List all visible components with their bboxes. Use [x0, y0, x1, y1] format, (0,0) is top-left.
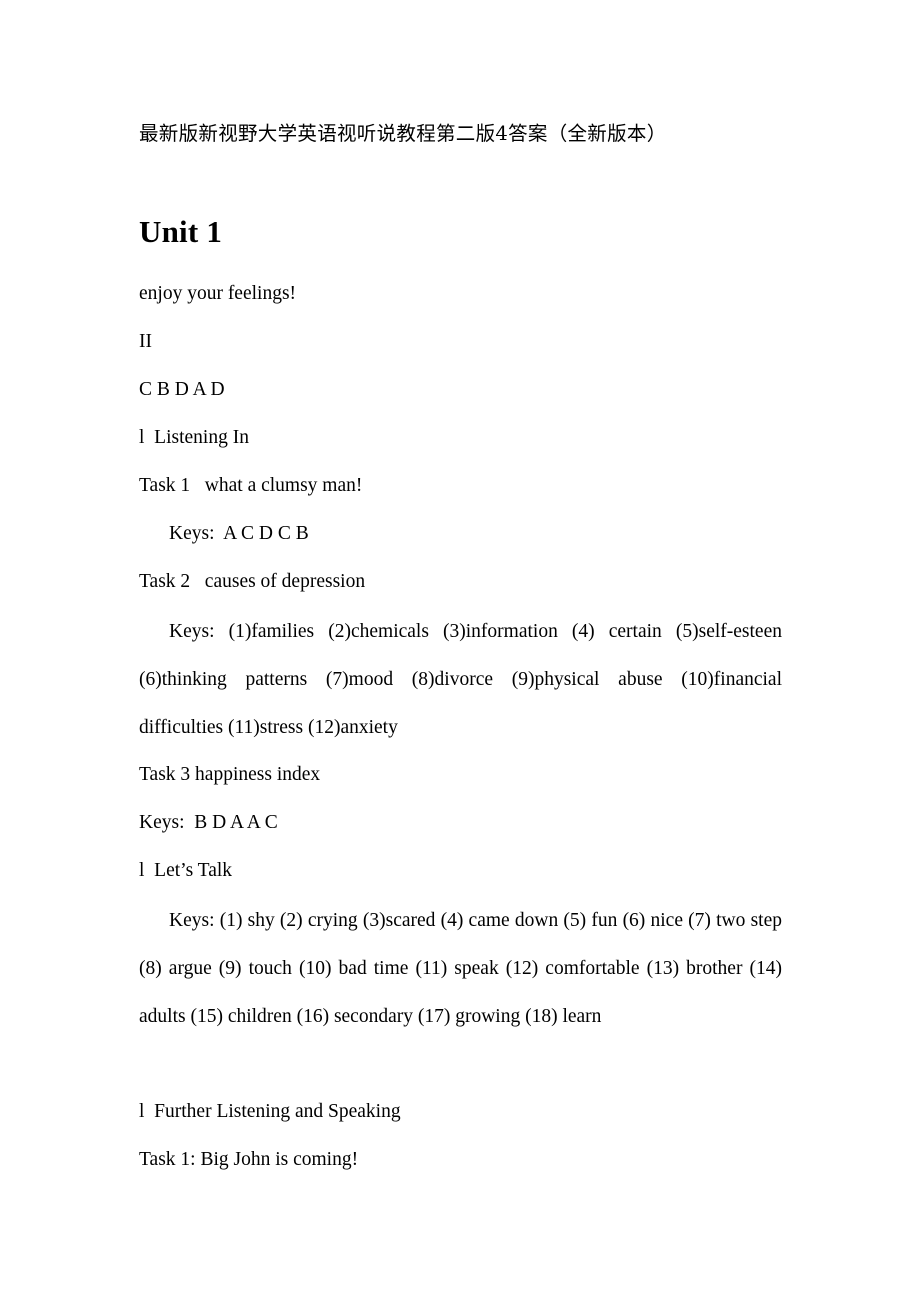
document-title: 最新版新视野大学英语视听说教程第二版4答案（全新版本）: [139, 122, 667, 145]
task-2-keys-paragraph: Keys: (1)families (2)chemicals (3)inform…: [139, 621, 782, 738]
task-2-title-causes-of-depression: Task 2 causes of depression: [139, 571, 366, 592]
task-1-keys: Keys: A C D C B: [169, 523, 309, 544]
line-answers-cbdad: C B D A D: [139, 379, 225, 400]
section-heading-lets-talk: l Let’s Talk: [139, 860, 233, 881]
task-1-title-clumsy-man: Task 1 what a clumsy man!: [139, 475, 363, 496]
further-task-1-title-big-john: Task 1: Big John is coming!: [139, 1149, 359, 1170]
section-heading-listening-in: l Listening In: [139, 427, 249, 448]
unit-heading: Unit 1: [139, 213, 223, 249]
task-3-keys: Keys: B D A A C: [139, 812, 278, 833]
task-3-title-happiness-index: Task 3 happiness index: [139, 764, 321, 785]
document-page: 最新版新视野大学英语视听说教程第二版4答案（全新版本） Unit 1 enjoy…: [0, 0, 920, 1302]
line-enjoy-your-feelings: enjoy your feelings!: [139, 283, 297, 304]
line-section-ii: II: [139, 331, 152, 352]
section-heading-further-listening-and-speaking: l Further Listening and Speaking: [139, 1101, 401, 1122]
lets-talk-keys-paragraph: Keys: (1) shy (2) crying (3)scared (4) c…: [139, 910, 782, 1027]
